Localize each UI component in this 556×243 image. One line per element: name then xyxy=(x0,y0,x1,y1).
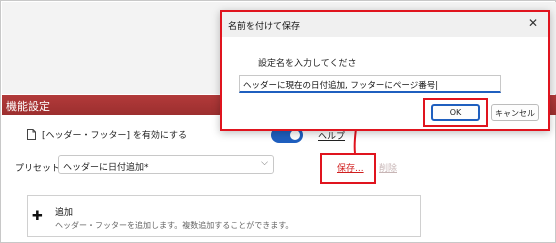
enable-label: [ヘッダー・フッター] を有効にする xyxy=(42,131,187,141)
preset-value: ヘッダーに日付追加* xyxy=(63,163,149,173)
dialog-prompt: 設定名を入力してくださ xyxy=(258,59,357,69)
enable-row: [ヘッダー・フッター] を有効にする xyxy=(27,128,187,141)
add-description: ヘッダー・フッターを追加します。複数追加することができます。 xyxy=(55,221,294,230)
add-title: 追加 xyxy=(55,208,74,218)
window-frame: 機能設定 [ヘッダー・フッター] を有効にする ヘルプ プリセット： ヘッダーに… xyxy=(0,0,556,243)
delete-link[interactable]: 削除 xyxy=(379,161,397,174)
ok-button[interactable]: OK xyxy=(431,104,480,121)
dialog-body: 設定名を入力してくださ ヘッダーに現在の日付追加, フッターにページ番号| OK… xyxy=(222,37,548,129)
plus-icon: ✚ xyxy=(32,209,43,224)
document-icon xyxy=(27,129,36,140)
close-icon[interactable]: ✕ xyxy=(528,16,538,30)
dialog-title: 名前を付けて保存 xyxy=(228,22,301,32)
save-link[interactable]: 保存... xyxy=(337,161,364,174)
add-panel[interactable]: ✚ 追加 ヘッダー・フッターを追加します。複数追加することができます。 xyxy=(27,195,421,237)
cancel-button[interactable]: キャンセル xyxy=(491,104,539,121)
chevron-down-icon: ⌵ xyxy=(261,158,268,168)
preset-select[interactable]: ヘッダーに日付追加* ⌵ xyxy=(58,155,274,174)
setting-name-input[interactable]: ヘッダーに現在の日付追加, フッターにページ番号| xyxy=(239,75,501,93)
save-dialog: 名前を付けて保存 ✕ 設定名を入力してくださ ヘッダーに現在の日付追加, フッタ… xyxy=(220,10,550,131)
section-title: 機能設定 xyxy=(6,100,50,113)
